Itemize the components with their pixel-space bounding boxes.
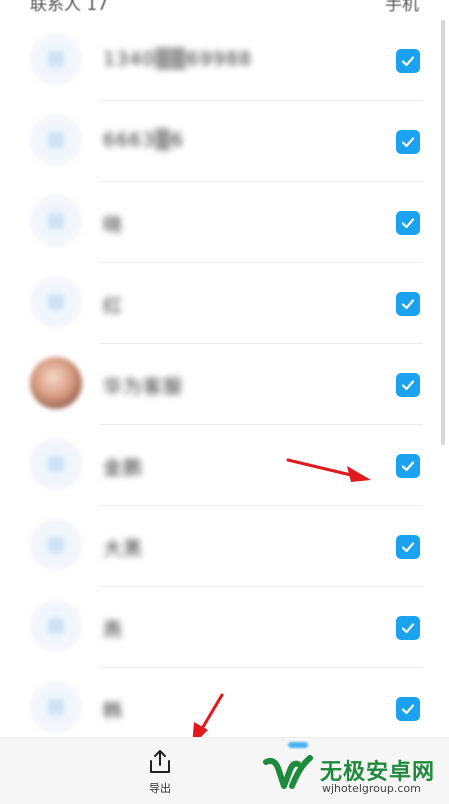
export-button[interactable]: 导出 — [136, 748, 184, 800]
contacts-count-label: 联系人 17 — [30, 0, 109, 15]
watermark-url: wjhotelgroup.com — [322, 782, 421, 795]
contact-name: 1340▒▒69988 — [103, 48, 253, 70]
contact-checkbox[interactable] — [396, 454, 420, 478]
checkmark-icon — [401, 623, 415, 634]
avatar — [30, 600, 82, 652]
checkmark-icon — [401, 461, 415, 472]
checkmark-icon — [401, 542, 415, 553]
checkmark-icon — [401, 380, 415, 391]
list-item[interactable]: 1340▒▒69988 — [0, 20, 449, 101]
avatar — [30, 681, 82, 733]
contact-name: 华为客服 — [103, 376, 184, 398]
list-item[interactable]: 燕 — [0, 587, 449, 668]
contact-checkbox[interactable] — [396, 373, 420, 397]
contact-checkbox[interactable] — [396, 49, 420, 73]
checkmark-icon — [401, 137, 415, 148]
list-header: 联系人 17 手机 — [0, 0, 449, 18]
contact-checkbox[interactable] — [396, 697, 420, 721]
contact-name: 6663▒6 — [103, 129, 185, 151]
avatar — [30, 276, 82, 328]
contact-name: 燕 — [103, 619, 124, 641]
list-item[interactable]: 红 — [0, 263, 449, 344]
avatar — [30, 357, 82, 409]
export-label: 导出 — [149, 782, 171, 795]
contact-list: 1340▒▒69988 6663▒6 晓 红 华为客服 金鹏 大黑 燕 韩 — [0, 20, 449, 749]
watermark-logo-icon — [263, 755, 313, 789]
avatar — [30, 195, 82, 247]
list-item[interactable]: 6663▒6 — [0, 101, 449, 182]
list-item[interactable]: 晓 — [0, 182, 449, 263]
avatar — [30, 519, 82, 571]
checkmark-icon — [401, 299, 415, 310]
contact-name: 大黑 — [103, 538, 144, 560]
contact-checkbox[interactable] — [396, 616, 420, 640]
contact-name: 红 — [103, 295, 124, 317]
checkmark-icon — [401, 56, 415, 67]
contact-checkbox[interactable] — [396, 130, 420, 154]
scrollbar[interactable] — [441, 20, 445, 445]
watermark: 无极安卓网 wjhotelgroup.com — [262, 748, 446, 802]
avatar — [30, 33, 82, 85]
avatar — [30, 114, 82, 166]
checkmark-icon — [401, 704, 415, 715]
avatar — [30, 438, 82, 490]
checkmark-icon — [401, 218, 415, 229]
list-item[interactable]: 华为客服 — [0, 344, 449, 425]
contact-name: 金鹏 — [103, 457, 144, 479]
contact-name: 晓 — [103, 214, 124, 236]
contact-name: 韩 — [103, 700, 124, 722]
storage-source-label: 手机 — [385, 0, 419, 15]
list-item[interactable]: 金鹏 — [0, 425, 449, 506]
list-item[interactable]: 大黑 — [0, 506, 449, 587]
red-pointer-arrow-icon — [286, 458, 371, 482]
contact-checkbox[interactable] — [396, 292, 420, 316]
contact-checkbox[interactable] — [396, 535, 420, 559]
share-upload-icon — [150, 750, 170, 773]
contact-checkbox[interactable] — [396, 211, 420, 235]
